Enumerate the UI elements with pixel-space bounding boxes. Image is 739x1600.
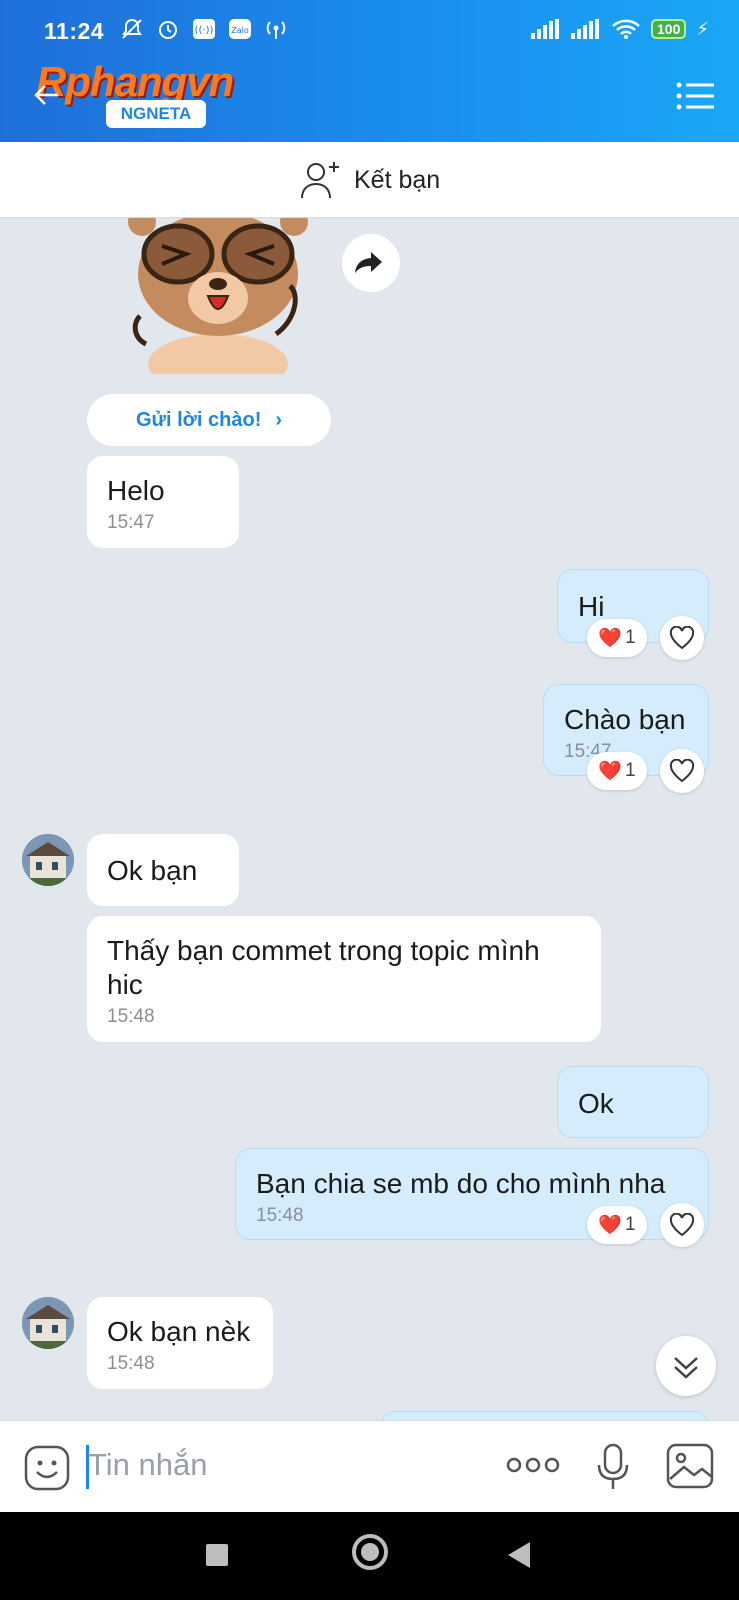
heart-reaction-icon: ❤️ — [598, 761, 623, 782]
image-gallery-icon[interactable] — [666, 1443, 714, 1489]
bear-sticker — [126, 218, 310, 394]
reaction-count-value: 1 — [625, 760, 636, 781]
reaction-count[interactable]: ❤️ 1 — [587, 1206, 647, 1244]
like-button[interactable] — [660, 1203, 704, 1247]
message-text: Ok — [578, 1088, 614, 1119]
status-bar: 11:24 ((·)) Zalo 100 ⚡ — [0, 0, 739, 52]
message-time: 15:47 — [107, 512, 155, 533]
outgoing-message[interactable]: Ok — [557, 1066, 709, 1138]
message-text: Bạn chia se mb do cho mình nha — [256, 1168, 666, 1199]
charging-icon: ⚡ — [696, 18, 709, 39]
like-button[interactable] — [660, 749, 704, 793]
zalo-icon: Zalo — [228, 18, 252, 40]
message-time: 15:48 — [107, 1353, 155, 1374]
reaction-count-value: 1 — [625, 1214, 636, 1235]
recent-apps-icon[interactable] — [206, 1544, 228, 1566]
message-text: Thấy bạn commet trong topic mình hic — [107, 935, 540, 1000]
send-greeting-label: Gửi lời chào! — [135, 408, 262, 431]
add-friend-button[interactable]: Kết bạn — [300, 160, 440, 200]
svg-text:Zalo: Zalo — [231, 26, 249, 35]
signal-icon — [571, 19, 599, 39]
home-icon[interactable] — [352, 1534, 388, 1570]
reaction-count-value: 1 — [625, 627, 636, 648]
add-friend-bar: Kết bạn — [0, 142, 739, 218]
status-time: 11:24 — [44, 18, 105, 44]
logo-wordmark: Rphangvn — [36, 58, 234, 105]
microphone-icon[interactable] — [596, 1443, 630, 1491]
send-greeting-button[interactable]: Gửi lời chào! › — [87, 394, 331, 446]
heart-reaction-icon: ❤️ — [598, 1215, 623, 1236]
more-options-icon[interactable] — [506, 1455, 560, 1475]
like-button[interactable] — [660, 616, 704, 660]
message-text: Helo — [107, 475, 165, 506]
heart-outline-icon — [669, 759, 695, 783]
reaction-count[interactable]: ❤️ 1 — [587, 752, 647, 790]
message-time: 15:48 — [107, 1006, 155, 1027]
alarm-icon — [156, 18, 180, 40]
avatar[interactable] — [22, 834, 74, 886]
message-input-bar: Tin nhắn — [0, 1420, 739, 1512]
share-button[interactable] — [342, 234, 400, 292]
chat-area[interactable]: Gửi lời chào! › Helo 15:47 Hi ❤️ 1 Chào … — [0, 218, 739, 1420]
avatar[interactable] — [22, 1297, 74, 1349]
incoming-message[interactable]: Thấy bạn commet trong topic mình hic 15:… — [87, 916, 601, 1042]
wifi-icon — [612, 19, 640, 39]
status-left-icons: ((·)) Zalo — [120, 18, 288, 40]
message-text: Ok bạn — [107, 855, 198, 886]
incoming-message[interactable]: Ok bạn — [87, 834, 239, 906]
back-arrow-icon[interactable] — [32, 80, 62, 110]
sticker-emoji-icon[interactable] — [24, 1445, 70, 1491]
scroll-to-bottom-button[interactable] — [656, 1336, 716, 1396]
share-arrow-icon — [355, 252, 382, 273]
message-text: Ok bạn nèk — [107, 1316, 251, 1347]
wireless-icon — [264, 18, 288, 40]
outgoing-message-partial — [380, 1411, 710, 1420]
heart-outline-icon — [669, 626, 695, 650]
incoming-message[interactable]: Helo 15:47 — [87, 456, 239, 548]
hotspot-icon: ((·)) — [192, 18, 216, 40]
list-menu-icon[interactable] — [675, 80, 715, 112]
app-header: 11:24 ((·)) Zalo 100 ⚡ Rphangvn NGNETA — [0, 0, 739, 142]
svg-text:((·)): ((·)) — [195, 25, 214, 36]
message-input[interactable]: Tin nhắn — [88, 1447, 208, 1483]
bell-off-icon — [120, 18, 144, 40]
add-friend-label: Kết bạn — [354, 165, 441, 194]
add-user-icon — [301, 162, 339, 199]
battery-icon: 100 — [651, 19, 687, 39]
heart-outline-icon — [669, 1213, 695, 1237]
logo-badge: NGNETA — [106, 100, 206, 128]
forum-logo: Rphangvn NGNETA — [36, 58, 266, 132]
message-text: Chào bạn — [564, 704, 686, 735]
double-chevron-down-icon — [674, 1357, 698, 1379]
incoming-message[interactable]: Ok bạn nèk 15:48 — [87, 1297, 273, 1389]
status-right-icons: 100 ⚡ — [531, 18, 709, 40]
heart-reaction-icon: ❤️ — [598, 628, 623, 649]
chevron-right-icon: › — [275, 408, 283, 431]
signal-icon — [531, 19, 559, 39]
back-icon[interactable] — [508, 1542, 530, 1568]
system-navigation-bar — [0, 1512, 739, 1600]
reaction-count[interactable]: ❤️ 1 — [587, 619, 647, 657]
